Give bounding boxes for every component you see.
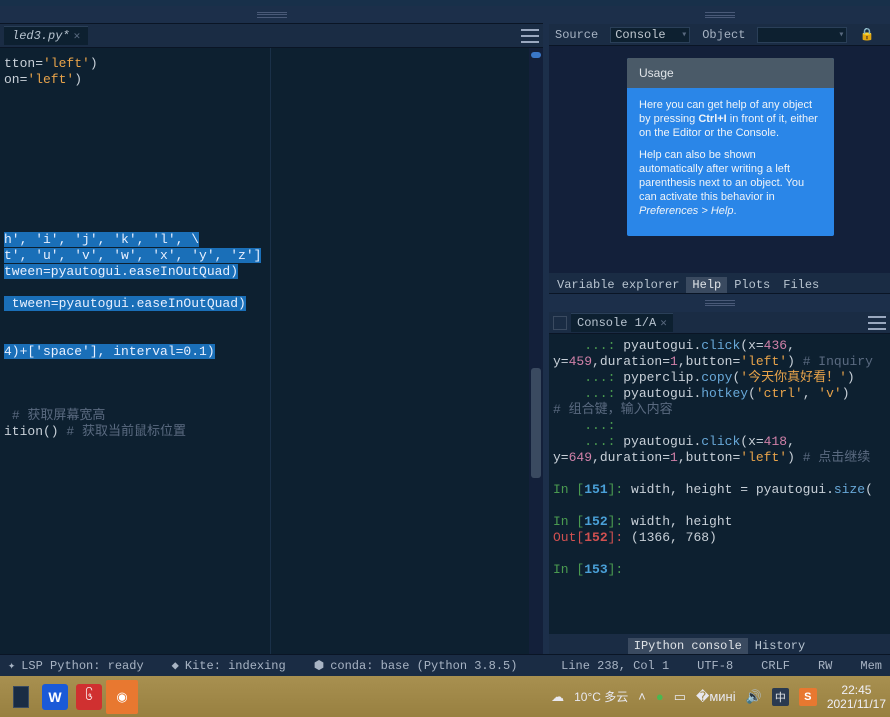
- console-drag-handle[interactable]: [549, 294, 890, 312]
- close-icon[interactable]: ✕: [74, 29, 81, 43]
- weather-icon[interactable]: ☁: [551, 689, 564, 705]
- help-tab-help[interactable]: Help: [686, 277, 727, 293]
- help-card-title: Usage: [627, 58, 834, 88]
- wifi-icon[interactable]: �мині: [696, 689, 736, 705]
- hamburger-icon[interactable]: [868, 316, 886, 330]
- wechat-icon[interactable]: ●: [656, 689, 664, 704]
- object-select[interactable]: ▾: [757, 27, 847, 43]
- console-tabs: Console 1/A ✕: [549, 312, 890, 334]
- taskbar-netease[interactable]: ၆: [72, 680, 106, 714]
- editor-drag-handle[interactable]: [0, 6, 543, 24]
- editor-tabs: led3.py* ✕: [0, 24, 543, 48]
- console-body[interactable]: ...: pyautogui.click(x=436,y=459,duratio…: [549, 334, 890, 634]
- scroll-marker: [531, 52, 541, 58]
- help-drag-handle[interactable]: [549, 6, 890, 24]
- console-bottom-tabs: IPython consoleHistory: [549, 634, 890, 654]
- help-tab-variable-explorer[interactable]: Variable explorer: [551, 277, 685, 293]
- console-pane: Console 1/A ✕ ...: pyautogui.click(x=436…: [549, 294, 890, 654]
- editor-scrollbar[interactable]: [529, 48, 543, 654]
- status-enc[interactable]: UTF-8: [697, 659, 733, 673]
- taskbar[interactable]: W ၆ ◉ ☁ 10°C 多云 ˄ ● ▭ �мині 🔊 中 S 22:45 …: [0, 676, 890, 717]
- hamburger-icon[interactable]: [521, 29, 539, 43]
- volume-icon[interactable]: 🔊: [746, 689, 762, 705]
- console-tab[interactable]: Console 1/A ✕: [571, 313, 673, 332]
- ime-icon[interactable]: 中: [772, 688, 789, 706]
- help-pane: Source Console▾ Object ▾ 🔒 Usage Here yo…: [549, 6, 890, 294]
- editor-ruler: [270, 48, 271, 654]
- tray-chevron-icon[interactable]: ˄: [638, 689, 646, 704]
- status-eol[interactable]: CRLF: [761, 659, 790, 673]
- help-pane-tabs: Variable explorerHelpPlotsFiles: [549, 273, 890, 293]
- clock[interactable]: 22:45 2021/11/17: [827, 683, 886, 711]
- status-mem: Mem: [860, 659, 882, 673]
- object-label: Object: [702, 28, 745, 42]
- scroll-thumb[interactable]: [531, 368, 541, 478]
- code-editor[interactable]: tton='left')on='left') h', 'i', 'j', 'k'…: [0, 48, 543, 654]
- close-icon[interactable]: ✕: [660, 316, 667, 330]
- tab-label: led3.py*: [12, 29, 70, 43]
- console-icon[interactable]: [553, 316, 567, 330]
- status-conda[interactable]: ⬢conda: base (Python 3.8.5): [314, 658, 518, 673]
- help-card: Usage Here you can get help of any objec…: [627, 58, 834, 236]
- taskbar-word[interactable]: W: [38, 680, 72, 714]
- console-bottom-tab-history[interactable]: History: [749, 638, 811, 654]
- editor-pane: led3.py* ✕ tton='left')on='left') h', 'i…: [0, 6, 543, 654]
- help-card-body: Here you can get help of any object by p…: [627, 88, 834, 236]
- battery-icon[interactable]: ▭: [674, 689, 686, 705]
- help-body: Usage Here you can get help of any objec…: [549, 46, 890, 273]
- taskbar-app-1[interactable]: [4, 680, 38, 714]
- chevron-down-icon: ▾: [838, 29, 844, 41]
- source-select[interactable]: Console▾: [610, 27, 690, 43]
- console-tab-label: Console 1/A: [577, 316, 656, 330]
- status-kite[interactable]: ◆Kite: indexing: [172, 658, 286, 673]
- taskbar-camera[interactable]: ◉: [106, 680, 138, 714]
- help-tab-plots[interactable]: Plots: [728, 277, 776, 293]
- weather-text[interactable]: 10°C 多云: [574, 688, 628, 705]
- chevron-down-icon: ▾: [681, 29, 687, 41]
- status-pos: Line 238, Col 1: [561, 659, 669, 673]
- lock-icon[interactable]: 🔒: [859, 27, 874, 42]
- source-label: Source: [555, 28, 598, 42]
- system-tray: ☁ 10°C 多云 ˄ ● ▭ �мині 🔊 中 S 22:45 2021/1…: [551, 683, 886, 711]
- editor-tab[interactable]: led3.py* ✕: [4, 26, 88, 45]
- status-lsp[interactable]: ✦LSP Python: ready: [8, 658, 144, 673]
- status-bar: ✦LSP Python: ready ◆Kite: indexing ⬢cond…: [0, 654, 890, 676]
- help-toolbar: Source Console▾ Object ▾ 🔒: [549, 24, 890, 46]
- console-bottom-tab-ipython-console[interactable]: IPython console: [628, 638, 748, 654]
- help-tab-files[interactable]: Files: [777, 277, 825, 293]
- sogou-icon[interactable]: S: [799, 688, 817, 706]
- status-rw: RW: [818, 659, 832, 673]
